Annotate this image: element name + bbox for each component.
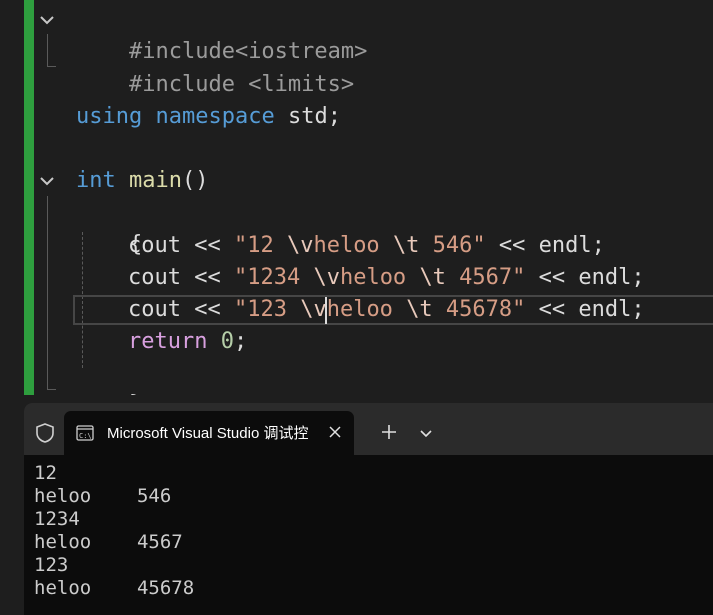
fold-bracket-end <box>47 66 56 67</box>
string-literal: "123 <box>233 297 301 322</box>
console-icon: C:\ <box>76 425 94 441</box>
terminal-tab[interactable]: C:\ Microsoft Visual Studio 调试控 <box>64 411 354 455</box>
output-line: heloo 4567 <box>34 531 183 553</box>
code-line-7[interactable]: { <box>76 197 142 257</box>
escape-sequence: \t <box>406 297 433 322</box>
plus-icon[interactable] <box>380 423 398 441</box>
code-line-2[interactable]: #include <limits> <box>76 37 354 97</box>
namespace-name: std <box>274 104 328 129</box>
string-literal: 45678" <box>432 297 526 322</box>
escape-sequence: \t <box>392 233 420 258</box>
fold-chevron-icon[interactable] <box>38 172 56 190</box>
fold-bracket <box>47 196 48 389</box>
cout-stream: cout << <box>128 265 234 290</box>
endl-stream: << endl; <box>525 265 645 290</box>
fold-bracket <box>47 34 48 66</box>
string-literal: "1234 <box>233 265 314 290</box>
string-literal: heloo <box>326 297 407 322</box>
string-literal: "12 <box>233 233 287 258</box>
code-line-4[interactable]: using namespace std; <box>76 101 341 133</box>
code-line-12[interactable]: } <box>76 357 142 395</box>
chevron-down-icon[interactable] <box>419 425 433 439</box>
code-line-6[interactable]: int main() <box>76 165 208 197</box>
keyword-namespace: namespace <box>155 104 275 129</box>
tab-title: Microsoft Visual Studio 调试控 <box>107 425 309 442</box>
semicolon: ; <box>327 104 341 129</box>
shield-icon[interactable] <box>34 422 56 444</box>
escape-sequence: \v <box>286 233 314 258</box>
fold-bracket-end <box>47 389 56 390</box>
code-line-9[interactable]: cout << "1234 \vheloo \t 4567" << endl; <box>128 262 645 294</box>
parens: () <box>181 168 209 193</box>
output-line: 123 <box>34 554 69 576</box>
change-tracking-bar <box>24 0 34 395</box>
escape-sequence: \t <box>419 265 446 290</box>
output-line: heloo 45678 <box>34 577 195 599</box>
output-line: 1234 <box>34 508 80 530</box>
escape-sequence: \v <box>300 297 327 322</box>
close-brace: } <box>129 392 142 395</box>
return-value: 0 <box>220 329 234 354</box>
svg-text:C:\: C:\ <box>79 432 92 440</box>
code-line-11[interactable]: return 0; <box>128 326 247 358</box>
text-caret <box>325 297 327 324</box>
keyword-return: return <box>128 329 208 354</box>
escape-sequence: \v <box>313 265 340 290</box>
endl-stream: << endl; <box>485 233 605 258</box>
string-literal: heloo <box>339 265 420 290</box>
function-main: main <box>129 168 182 193</box>
code-line-8[interactable]: cout << "12 \vheloo \t 546" << endl; <box>128 230 605 262</box>
keyword-int: int <box>76 168 116 193</box>
semicolon: ; <box>233 329 248 354</box>
endl-stream: << endl; <box>525 297 645 322</box>
code-editor[interactable]: #include<iostream> #include <limits> usi… <box>0 0 713 395</box>
string-literal: 546" <box>419 233 486 258</box>
fold-chevron-icon[interactable] <box>38 11 56 29</box>
terminal-tab-bar: C:\ Microsoft Visual Studio 调试控 <box>24 403 713 455</box>
keyword-using: using <box>76 104 143 129</box>
terminal-window[interactable]: C:\ Microsoft Visual Studio 调试控 12 heloo… <box>24 403 713 615</box>
string-literal: 4567" <box>445 265 526 290</box>
output-line: heloo 546 <box>34 485 172 507</box>
code-line-1[interactable]: #include<iostream> <box>76 4 367 64</box>
cout-stream: cout << <box>128 233 234 258</box>
cout-stream: cout << <box>128 297 234 322</box>
string-literal: heloo <box>313 233 393 258</box>
include-directive: #include <limits> <box>128 72 355 97</box>
close-icon[interactable] <box>327 424 343 440</box>
code-line-10[interactable]: cout << "123 \vheloo \t 45678" << endl; <box>128 294 645 326</box>
output-line: 12 <box>34 462 57 484</box>
